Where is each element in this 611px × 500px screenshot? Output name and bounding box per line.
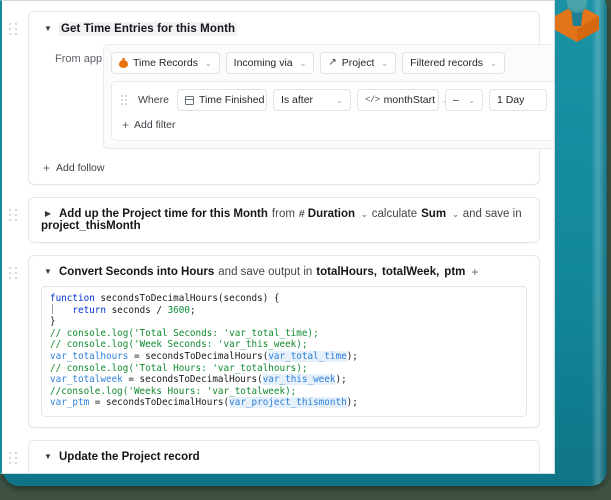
chevron-down-icon: ⌄ bbox=[361, 209, 368, 219]
source-field-label: Duration bbox=[307, 208, 356, 220]
hash-icon: # bbox=[298, 208, 305, 220]
plus-icon: + bbox=[122, 118, 130, 132]
aggregate-selector[interactable]: Sum ⌄ bbox=[421, 208, 459, 220]
section-header[interactable]: ▶ Add up the Project time for this Month… bbox=[29, 198, 539, 242]
automation-editor-page: ▼ Get Time Entries for this Month ✕ From… bbox=[0, 0, 555, 474]
source-field-selector[interactable]: # Duration ⌄ bbox=[299, 208, 368, 220]
chevron-down-icon: ⌄ bbox=[381, 58, 389, 68]
relation-field-selector-project[interactable]: ↗ Project ⌄ bbox=[320, 52, 397, 74]
section-add-up-project-time[interactable]: ⋯ ▶ Add up the Project time for this Mon… bbox=[9, 197, 554, 243]
frame-highlight bbox=[591, 0, 607, 486]
section-title: Convert Seconds into Hours bbox=[59, 266, 215, 278]
filter-amount-label: 1 Day bbox=[496, 94, 525, 106]
relation-direction-selector[interactable]: Incoming via ⌄ bbox=[225, 52, 315, 74]
automation-canvas: ▼ Get Time Entries for this Month ✕ From… bbox=[2, 1, 554, 473]
drag-handle-icon[interactable] bbox=[9, 267, 19, 281]
where-label: Where bbox=[138, 94, 169, 106]
table-icon bbox=[184, 95, 194, 105]
section-convert-seconds-into-hours[interactable]: ▼ Convert Seconds into Hours and save ou… bbox=[9, 255, 540, 428]
section-header[interactable]: ▼ Convert Seconds into Hours and save ou… bbox=[29, 256, 539, 286]
chevron-down-icon: ⌄ bbox=[299, 58, 307, 68]
arrow-up-right-icon: ↗ bbox=[328, 57, 337, 68]
screenshot-frame: ▼ Get Time Entries for this Month ✕ From… bbox=[0, 0, 611, 500]
filter-field-label: Time Finished bbox=[198, 94, 265, 106]
mascot-logo-icon bbox=[555, 0, 599, 42]
code-cursor bbox=[52, 304, 53, 314]
chip-label: Time Records bbox=[133, 57, 198, 69]
from-app-row: From app Time Records ⌄ Incoming via ⌄ ↗… bbox=[29, 44, 554, 159]
filter-more-icon[interactable]: ⋯ bbox=[553, 94, 554, 106]
code-editor[interactable]: function secondsToDecimalHours(seconds) … bbox=[41, 286, 527, 417]
code-icon: </> bbox=[364, 95, 380, 105]
chevron-right-icon[interactable]: ▶ bbox=[41, 210, 55, 218]
drag-handle-icon[interactable] bbox=[9, 23, 19, 37]
filter-box: Where Time Finished ⌄ Is after bbox=[111, 81, 554, 141]
field-rows-container: #Total Projec…⌄Set value⌄@totalHours⋯#Ho… bbox=[29, 471, 539, 473]
add-filter-label: Add filter bbox=[134, 119, 176, 131]
plus-icon: + bbox=[43, 161, 51, 175]
chevron-down-icon[interactable]: ▼ bbox=[41, 452, 55, 461]
chevron-down-icon[interactable]: ▼ bbox=[41, 25, 55, 33]
save-target-variable[interactable]: project_thisMonth bbox=[41, 220, 141, 232]
filter-field-selector[interactable]: Time Finished ⌄ bbox=[176, 89, 278, 111]
aggregate-label: Sum bbox=[421, 208, 447, 220]
source-panel: Time Records ⌄ Incoming via ⌄ ↗ Project … bbox=[103, 44, 554, 149]
filter-modifier-label: – bbox=[452, 94, 459, 106]
chip-label: Filtered records bbox=[410, 57, 484, 69]
section-title: Get Time Entries for this Month bbox=[59, 22, 238, 36]
add-follow-button[interactable]: + Add follow bbox=[29, 160, 104, 184]
chevron-down-icon: ⌄ bbox=[336, 95, 343, 105]
section-more-icon[interactable]: ⋯ bbox=[552, 213, 554, 227]
calculate-word: calculate bbox=[371, 208, 418, 220]
section-title: Update the Project record bbox=[59, 450, 200, 463]
section-header[interactable]: ▼ Update the Project record bbox=[29, 441, 539, 471]
chip-label: Incoming via bbox=[233, 57, 293, 69]
chevron-down-icon: ⌄ bbox=[452, 209, 459, 219]
section-get-time-entries[interactable]: ▼ Get Time Entries for this Month ✕ From… bbox=[9, 11, 554, 185]
output-variable-3[interactable]: ptm bbox=[444, 266, 465, 278]
section-header[interactable]: ▼ Get Time Entries for this Month bbox=[29, 12, 539, 44]
save-output-label: and save output in bbox=[218, 266, 313, 278]
from-app-label: From app bbox=[55, 53, 103, 65]
drag-handle-icon[interactable] bbox=[9, 209, 19, 223]
source-chip-row: Time Records ⌄ Incoming via ⌄ ↗ Project … bbox=[111, 52, 554, 74]
filter-modifier-selector[interactable]: – ⌄ bbox=[444, 89, 483, 111]
output-variable-2[interactable]: totalWeek, bbox=[382, 266, 439, 278]
chip-label: Project bbox=[341, 57, 375, 69]
chevron-down-icon: ⌄ bbox=[490, 58, 497, 68]
app-selector-time-records[interactable]: Time Records ⌄ bbox=[111, 52, 220, 74]
section-update-project-record[interactable]: ▼ Update the Project record #Total Proje… bbox=[9, 439, 540, 473]
output-variable-1[interactable]: totalHours, bbox=[316, 266, 377, 278]
filter-value-label: monthStart bbox=[383, 94, 435, 106]
from-word: from bbox=[271, 208, 295, 220]
filter-operator-selector[interactable]: Is after ⌄ bbox=[272, 89, 351, 111]
code-content[interactable]: function secondsToDecimalHours(seconds) … bbox=[50, 293, 518, 409]
field-row: #Total Projec…⌄Set value⌄@totalHours⋯ bbox=[41, 471, 527, 473]
filter-drag-handle-icon[interactable] bbox=[121, 94, 129, 106]
filter-value-selector[interactable]: </> monthStart ⌄ bbox=[356, 89, 449, 111]
chevron-down-icon: ⌄ bbox=[204, 58, 212, 68]
add-filter-button[interactable]: + Add filter bbox=[118, 111, 175, 133]
records-mode-selector[interactable]: Filtered records ⌄ bbox=[402, 52, 505, 74]
save-word: and save in bbox=[462, 208, 522, 220]
chevron-down-icon: ⌄ bbox=[468, 95, 475, 105]
filter-amount-input[interactable]: 1 Day bbox=[488, 89, 547, 111]
drag-handle-icon[interactable] bbox=[9, 451, 19, 466]
add-output-icon[interactable]: + bbox=[471, 266, 478, 278]
section-title: Add up the Project time for this Month bbox=[59, 208, 268, 220]
filter-operator-label: Is after bbox=[280, 94, 314, 106]
stopwatch-icon bbox=[119, 58, 128, 68]
chevron-down-icon[interactable]: ▼ bbox=[41, 268, 55, 276]
filter-row: Where Time Finished ⌄ Is after bbox=[118, 89, 554, 111]
add-follow-label: Add follow bbox=[56, 162, 105, 174]
